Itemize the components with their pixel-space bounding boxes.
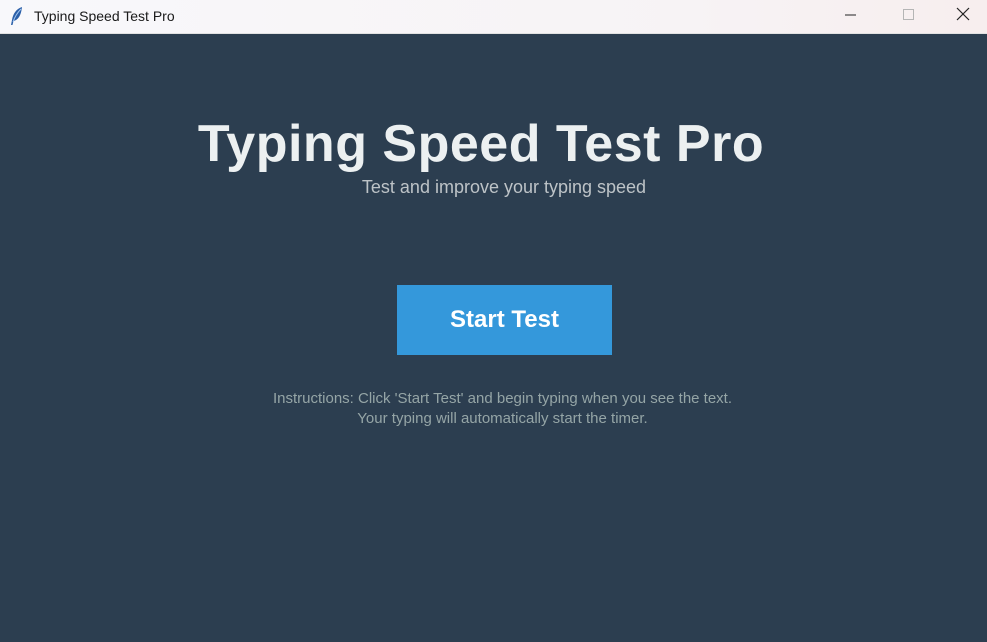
- page-subtitle: Test and improve your typing speed: [361, 177, 647, 197]
- instructions-line-2: Your typing will automatically start the…: [357, 410, 648, 427]
- start-test-button[interactable]: Start Test: [397, 285, 612, 355]
- close-button[interactable]: [938, 0, 987, 33]
- instructions-text: Instructions: Click 'Start Test' and beg…: [0, 389, 987, 429]
- close-icon: [956, 7, 970, 26]
- window-title: Typing Speed Test Pro: [34, 8, 175, 24]
- main-content: Typing Speed Test Pro Test and improve y…: [0, 34, 987, 642]
- minimize-icon: [845, 8, 857, 26]
- app-window: Typing Speed Test Pro Typing Speed Test …: [0, 0, 987, 642]
- instructions-line-1: Instructions: Click 'Start Test' and beg…: [272, 390, 733, 407]
- feather-icon: [8, 6, 26, 26]
- maximize-button[interactable]: [880, 0, 938, 33]
- title-bar[interactable]: Typing Speed Test Pro: [0, 0, 987, 34]
- maximize-icon: [903, 8, 915, 26]
- page-title: Typing Speed Test Pro: [197, 115, 765, 173]
- minimize-button[interactable]: [822, 0, 880, 33]
